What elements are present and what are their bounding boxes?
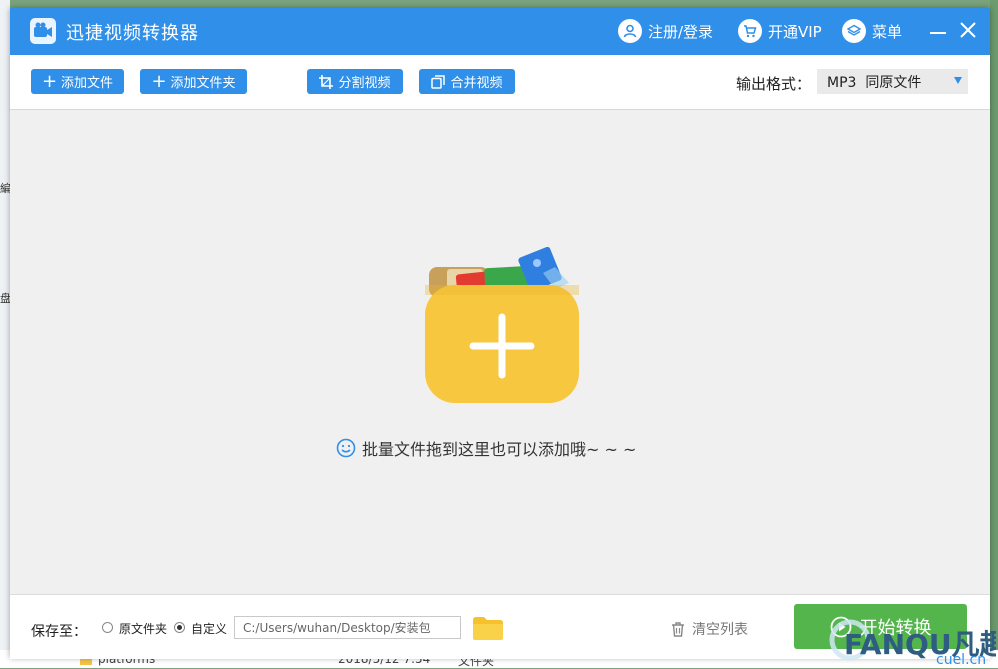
add-file-button[interactable]: + 添加文件 <box>31 69 124 94</box>
split-video-button[interactable]: 分割视频 <box>307 69 403 94</box>
cart-icon <box>738 19 762 43</box>
merge-video-button[interactable]: 合并视频 <box>419 69 515 94</box>
minimize-icon <box>930 32 946 34</box>
clear-list-label: 清空列表 <box>692 622 748 638</box>
radio-custom[interactable] <box>174 622 185 633</box>
trash-icon <box>672 622 684 637</box>
output-path-input[interactable] <box>234 616 461 639</box>
close-button[interactable] <box>956 17 980 43</box>
title-bar: 迅捷视频转换器 注册/登录 开通VIP 菜单 <box>10 8 990 55</box>
minimize-button[interactable] <box>926 17 950 43</box>
app-logo-icon <box>30 18 56 44</box>
smile-icon <box>336 438 356 458</box>
radio-original-folder[interactable] <box>102 622 113 633</box>
desktop-background-left: 編 盘 <box>0 0 11 668</box>
crop-icon <box>319 74 334 89</box>
start-convert-button[interactable]: 开始转换 <box>794 604 967 649</box>
clear-list-button[interactable]: 清空列表 <box>670 619 748 639</box>
add-folder-button[interactable]: + 添加文件夹 <box>140 69 247 94</box>
start-convert-label: 开始转换 <box>859 617 932 639</box>
bottom-bar: 保存至： 原文件夹 自定义 清空列表 开始转换 <box>10 594 990 659</box>
add-file-label: 添加文件 <box>61 76 114 91</box>
toolbar: + 添加文件 + 添加文件夹 分割视频 合并视频 输出格式： MP3 同原文件 <box>10 55 990 110</box>
output-format-label: 输出格式： <box>736 75 812 93</box>
output-format-value: MP3 同原文件 <box>827 74 922 91</box>
login-button[interactable]: 注册/登录 <box>618 18 713 44</box>
output-format-select[interactable]: MP3 同原文件 <box>817 69 968 94</box>
menu-label: 菜单 <box>872 22 903 41</box>
drop-hint-text: 批量文件拖到这里也可以添加哦~ ~ ~ <box>362 440 637 459</box>
browse-folder-button[interactable] <box>473 616 503 640</box>
save-to-label: 保存至： <box>31 624 87 640</box>
vip-label: 开通VIP <box>768 22 822 41</box>
folder-icon <box>473 617 503 640</box>
vip-button[interactable]: 开通VIP <box>738 18 822 44</box>
plus-icon: + <box>151 70 167 92</box>
play-icon <box>830 616 851 637</box>
split-video-label: 分割视频 <box>338 76 391 91</box>
radio-custom-label[interactable]: 自定义 <box>191 620 227 637</box>
user-icon <box>618 19 642 43</box>
background-text: 盘 <box>0 292 11 305</box>
add-folder-label: 添加文件夹 <box>170 76 236 91</box>
copy-icon <box>431 74 446 89</box>
merge-video-label: 合并视频 <box>450 76 503 91</box>
radio-original-folder-label[interactable]: 原文件夹 <box>119 620 167 637</box>
menu-button[interactable]: 菜单 <box>842 18 902 44</box>
app-window: 迅捷视频转换器 注册/登录 开通VIP 菜单 + 添加文件 + 添加文件夹 分割… <box>10 8 990 659</box>
dropdown-arrow-icon <box>954 77 962 84</box>
background-text: 編 <box>0 182 11 195</box>
desktop-background-right <box>990 0 998 668</box>
drop-hint: 批量文件拖到这里也可以添加哦~ ~ ~ <box>336 436 636 460</box>
layers-icon <box>842 19 866 43</box>
plus-icon: + <box>41 70 58 92</box>
app-title: 迅捷视频转换器 <box>66 23 199 44</box>
add-folder-icon[interactable] <box>425 243 583 403</box>
close-icon <box>960 22 976 38</box>
login-label: 注册/登录 <box>648 22 714 41</box>
file-drop-area[interactable]: 批量文件拖到这里也可以添加哦~ ~ ~ <box>10 110 990 594</box>
